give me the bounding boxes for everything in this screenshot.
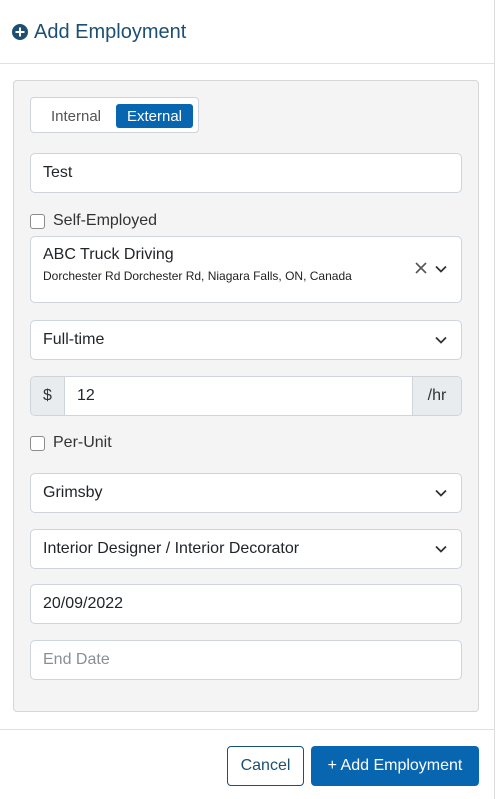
employer-address: Dorchester Rd Dorchester Rd, Niagara Fal… [43,269,352,283]
employment-type-value: Full-time [43,331,105,348]
employment-form-panel: Internal External Test Self-Employed ABC… [13,80,479,712]
toggle-internal[interactable]: Internal [35,104,117,128]
employment-type-toggle: Internal External [30,97,199,133]
modal-title: Add Employment [12,19,186,45]
start-date-input[interactable]: 20/09/2022 [30,584,462,624]
cancel-button[interactable]: Cancel [227,746,304,786]
modal-footer: Cancel + Add Employment [0,729,495,799]
modal-header: Add Employment [0,0,495,64]
currency-prefix: $ [31,377,65,415]
toggle-external[interactable]: External [116,104,193,128]
occupation-select[interactable]: Interior Designer / Interior Decorator [30,529,462,569]
wage-input-group: $ 12 /hr [30,376,462,416]
employment-name-input[interactable]: Test [30,153,462,193]
employer-select[interactable]: ABC Truck Driving Dorchester Rd Dorchest… [30,236,462,303]
clear-icon[interactable] [415,262,427,274]
chevron-down-icon [435,489,447,497]
wage-input[interactable]: 12 [77,387,95,405]
occupation-value: Interior Designer / Interior Decorator [43,540,300,557]
location-value: Grimsby [43,484,103,501]
employment-type-select[interactable]: Full-time [30,320,462,360]
self-employed-label: Self-Employed [53,212,158,229]
per-unit-label: Per-Unit [53,434,112,451]
chevron-down-icon [435,336,447,344]
modal-title-text: Add Employment [34,20,187,43]
per-unit-row[interactable]: Per-Unit [30,433,112,453]
end-date-placeholder: End Date [43,651,110,668]
employer-name: ABC Truck Driving [43,246,174,263]
location-select[interactable]: Grimsby [30,473,462,513]
end-date-input[interactable]: End Date [30,640,462,680]
rate-suffix: /hr [412,377,461,415]
plus-circle-icon [12,24,28,40]
add-employment-modal: Add Employment Internal External Test Se… [0,0,495,799]
self-employed-row[interactable]: Self-Employed [30,211,157,231]
chevron-down-icon[interactable] [435,265,447,273]
per-unit-checkbox[interactable] [30,435,45,451]
employment-name-value: Test [43,164,73,181]
self-employed-checkbox[interactable] [30,213,45,229]
add-employment-button[interactable]: + Add Employment [311,746,479,786]
start-date-value: 20/09/2022 [43,595,124,612]
chevron-down-icon [435,545,447,553]
